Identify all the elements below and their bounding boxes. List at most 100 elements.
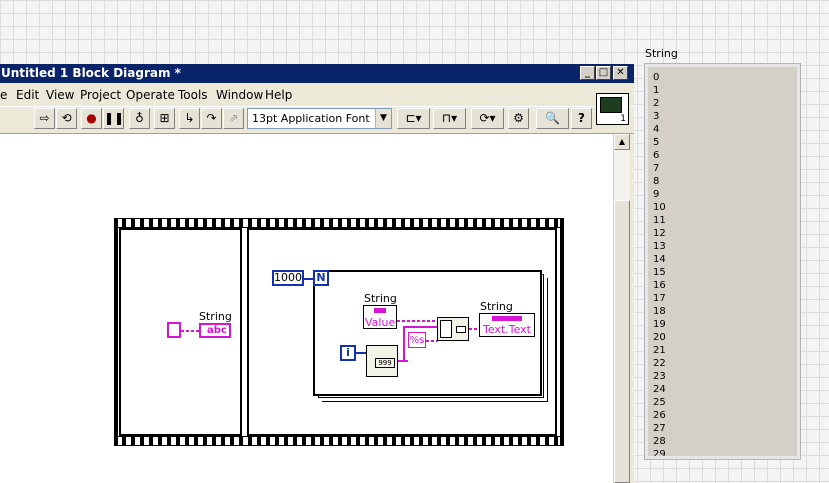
- sequence-film-bottom: [114, 436, 564, 446]
- font-select-value: 13pt Application Font: [252, 112, 370, 125]
- string-line: 5: [653, 137, 660, 148]
- string-local-label: String: [199, 310, 232, 323]
- sequence-right-edge: [560, 218, 564, 446]
- concat-output-icon: [456, 326, 466, 333]
- string-line: 18: [653, 306, 666, 317]
- maximize-icon[interactable]: □: [596, 66, 611, 80]
- string-line: 0: [653, 72, 660, 83]
- string-line: 4: [653, 124, 660, 135]
- string-indicator-lines: 0 1 2 3 4 5 6 7 8 9 10 11 12 13 14 15 16 17 18 19 20 21 22 23 24…: [653, 71, 666, 456]
- string-wire[interactable]: [181, 330, 201, 332]
- menu-bar: e Edit View Project Operate Tools Window…: [0, 85, 634, 104]
- menu-operate[interactable]: Operate: [126, 88, 175, 102]
- string-line: 1: [653, 85, 660, 96]
- scroll-thumb[interactable]: [614, 200, 630, 483]
- empty-string-constant[interactable]: [167, 322, 181, 338]
- abort-icon[interactable]: ●: [81, 108, 102, 129]
- font-select[interactable]: 13pt Application Font ▼: [247, 108, 392, 129]
- string-line: 9: [653, 189, 660, 200]
- search-icon[interactable]: 🔍: [536, 108, 569, 129]
- string-line: 8: [653, 176, 660, 187]
- menu-tools[interactable]: Tools: [178, 88, 208, 102]
- cleanup-diagram-icon[interactable]: ⚙: [508, 108, 529, 129]
- menu-window[interactable]: Window: [216, 88, 263, 102]
- string-line: 17: [653, 293, 666, 304]
- string-local-variable[interactable]: abc: [199, 323, 231, 338]
- pause-icon[interactable]: ❚❚: [103, 108, 124, 129]
- abc-label: abc: [207, 325, 227, 336]
- title-bar[interactable]: Untitled 1 Block Diagram * _ □ ✕: [0, 64, 634, 83]
- string-line: 7: [653, 163, 660, 174]
- string-line: 20: [653, 332, 666, 343]
- menu-project[interactable]: Project: [80, 88, 121, 102]
- run-arrow-icon[interactable]: ⇨: [34, 108, 55, 129]
- front-panel-string-label: String: [645, 47, 678, 60]
- chevron-down-icon: ▼: [375, 109, 391, 128]
- string-line: 25: [653, 397, 666, 408]
- string-wire-num[interactable]: [398, 360, 408, 362]
- vi-screen-icon: [600, 97, 622, 113]
- text-text-label: Text.Text: [483, 323, 531, 336]
- string-line: 3: [653, 111, 660, 122]
- loop-count-value: 1000: [274, 271, 302, 284]
- concat-inputs-icon: [440, 320, 452, 338]
- window-title: Untitled 1 Block Diagram *: [1, 66, 181, 80]
- string-line: 11: [653, 215, 666, 226]
- string-line: 14: [653, 254, 666, 265]
- run-continuously-icon[interactable]: ⟲: [56, 108, 77, 129]
- string-line: 22: [653, 358, 666, 369]
- value-label: Value: [365, 316, 396, 329]
- menu-edit[interactable]: Edit: [16, 88, 39, 102]
- string-line: 6: [653, 150, 660, 161]
- menu-view[interactable]: View: [46, 88, 74, 102]
- minimize-icon[interactable]: _: [580, 66, 595, 80]
- string-ref-icon: [374, 308, 386, 313]
- string-line: 15: [653, 267, 666, 278]
- help-question-icon[interactable]: ?: [571, 108, 592, 129]
- value-property-node[interactable]: Value: [363, 305, 397, 329]
- concatenate-strings-function[interactable]: [437, 317, 469, 341]
- loop-count-constant[interactable]: 1000: [272, 270, 304, 286]
- iteration-wire: [356, 352, 366, 354]
- number-to-string-function[interactable]: 999: [366, 345, 398, 377]
- loop-iteration-terminal[interactable]: i: [340, 345, 356, 361]
- vertical-scrollbar[interactable]: ▲: [613, 134, 630, 483]
- menu-help[interactable]: Help: [265, 88, 292, 102]
- string-line: 23: [653, 371, 666, 382]
- string-line: 27: [653, 423, 666, 434]
- string-line: 2: [653, 98, 660, 109]
- reorder-icon[interactable]: ⟳▾: [471, 108, 504, 129]
- string-line: 19: [653, 319, 666, 330]
- highlight-bulb-icon[interactable]: ♁: [129, 108, 150, 129]
- string-line: 12: [653, 228, 666, 239]
- distribute-objects-icon[interactable]: ⊓▾: [433, 108, 466, 129]
- format-string-constant[interactable]: %s: [408, 332, 426, 348]
- string-wire-vertical[interactable]: [403, 326, 405, 360]
- string-line: 13: [653, 241, 666, 252]
- sequence-film-top: [114, 218, 564, 228]
- step-into-icon[interactable]: ↳: [179, 108, 200, 129]
- text-property-node-label: String: [480, 300, 513, 313]
- string-indicator[interactable]: 0 1 2 3 4 5 6 7 8 9 10 11 12 13 14 15 16 17 18 19 20 21 22 23 24…: [644, 63, 801, 460]
- align-objects-icon[interactable]: ⊏▾: [397, 108, 430, 129]
- diagram-canvas[interactable]: String abc 1000 N i String Value 999 %s …: [0, 134, 613, 483]
- close-icon[interactable]: ✕: [613, 66, 628, 80]
- string-line: 16: [653, 280, 666, 291]
- scroll-up-icon[interactable]: ▲: [614, 134, 630, 150]
- string-line: 28: [653, 436, 666, 447]
- string-line: 24: [653, 384, 666, 395]
- step-out-icon[interactable]: ⇗: [223, 108, 244, 129]
- string-wire-value[interactable]: [397, 320, 437, 322]
- property-node-label: String: [364, 292, 397, 305]
- format-icon: 999: [375, 358, 395, 368]
- string-wire-h2[interactable]: [403, 326, 437, 328]
- loop-count-terminal[interactable]: N: [313, 270, 329, 286]
- string-line: 21: [653, 345, 666, 356]
- text-property-node[interactable]: Text.Text: [479, 313, 535, 337]
- retain-wire-values-icon[interactable]: ⊞: [154, 108, 175, 129]
- step-over-icon[interactable]: ↷: [201, 108, 222, 129]
- menu-file[interactable]: e: [0, 88, 7, 102]
- sequence-left-edge: [114, 218, 118, 446]
- vi-icon[interactable]: 1: [596, 93, 629, 125]
- string-line: 10: [653, 202, 666, 213]
